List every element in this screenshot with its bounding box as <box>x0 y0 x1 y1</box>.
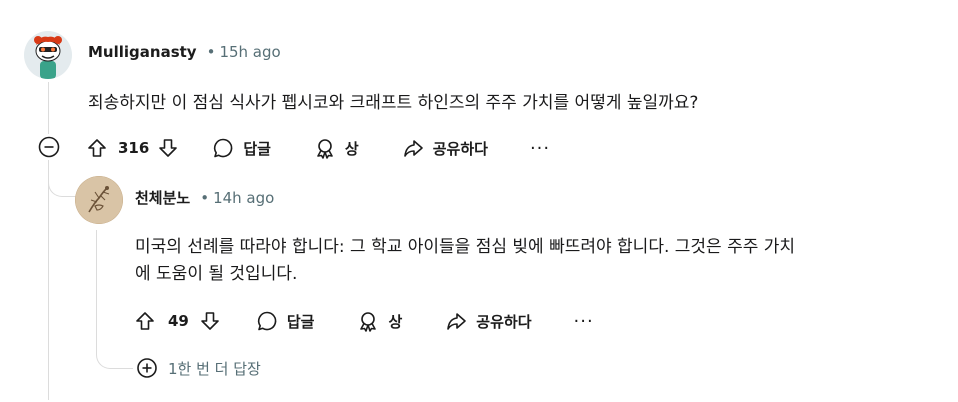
more-options-button[interactable]: ··· <box>574 311 594 332</box>
share-label: 공유하다 <box>476 312 532 331</box>
more-options-button[interactable]: ··· <box>530 138 550 159</box>
thread-line-main <box>48 82 49 134</box>
plus-circle-icon <box>137 358 157 378</box>
reply-text: 미국의 선례를 따라야 합니다: 그 학교 아이들을 점심 빚에 빠뜨려야 합니… <box>135 234 945 288</box>
more-replies-label: 1한 번 더 답장 <box>168 359 261 378</box>
comment-author[interactable]: Mulliganasty <box>88 43 197 61</box>
downvote-button[interactable] <box>157 137 179 159</box>
downvote-arrow-icon <box>201 312 219 330</box>
reply-text-line-1: 미국의 선례를 따라야 합니다: 그 학교 아이들을 점심 빚에 빠뜨려야 합니… <box>135 237 796 257</box>
thread-line-main-lower <box>48 160 49 400</box>
upvote-button[interactable] <box>86 137 108 159</box>
vote-count: 49 <box>168 312 189 330</box>
downvote-button[interactable] <box>199 310 221 332</box>
sketch-avatar-icon <box>75 176 123 224</box>
comment-bubble-icon <box>257 311 277 331</box>
reply-avatar[interactable] <box>75 176 123 224</box>
snoo-avatar-icon <box>24 31 72 79</box>
share-button[interactable]: 공유하다 <box>401 136 488 160</box>
award-icon <box>317 139 333 159</box>
more-replies-button[interactable]: 1한 번 더 답장 <box>136 357 261 379</box>
reply-label: 답글 <box>243 139 271 158</box>
comment-text: 죄송하지만 이 점심 식사가 펩시코와 크래프트 하인즈의 주주 가치를 어떻게… <box>88 93 699 113</box>
reply-label: 답글 <box>286 312 315 331</box>
comment-time: 15h ago <box>219 43 281 61</box>
reply-time: 14h ago <box>213 188 275 207</box>
reply-button[interactable]: 답글 <box>211 136 271 160</box>
award-label: 상 <box>344 139 359 158</box>
separator-dot: • <box>200 188 210 207</box>
upvote-button[interactable] <box>134 310 156 332</box>
downvote-arrow-icon <box>159 139 178 157</box>
award-button[interactable]: 상 <box>313 136 359 160</box>
share-arrow-icon <box>447 313 467 330</box>
reply-button[interactable]: 답글 <box>255 309 315 333</box>
award-button[interactable]: 상 <box>356 309 402 333</box>
thread-elbow <box>96 330 133 369</box>
thread-elbow-main <box>48 160 77 197</box>
upvote-arrow-icon <box>88 139 106 157</box>
award-label: 상 <box>388 312 403 331</box>
minus-circle-icon <box>38 136 60 158</box>
reply-text-line-2: 에 도움이 될 것입니다. <box>135 264 298 284</box>
share-button[interactable]: 공유하다 <box>444 309 532 333</box>
avatar[interactable] <box>24 31 72 79</box>
comment-bubble-icon <box>214 138 233 158</box>
reply-author[interactable]: 천체분노 <box>135 187 190 208</box>
award-icon <box>360 312 377 332</box>
collapse-button[interactable] <box>37 135 61 159</box>
upvote-arrow-icon <box>136 312 154 330</box>
separator-dot: • <box>206 43 216 61</box>
vote-count: 316 <box>118 139 150 157</box>
share-arrow-icon <box>403 140 423 157</box>
share-label: 공유하다 <box>432 139 488 158</box>
